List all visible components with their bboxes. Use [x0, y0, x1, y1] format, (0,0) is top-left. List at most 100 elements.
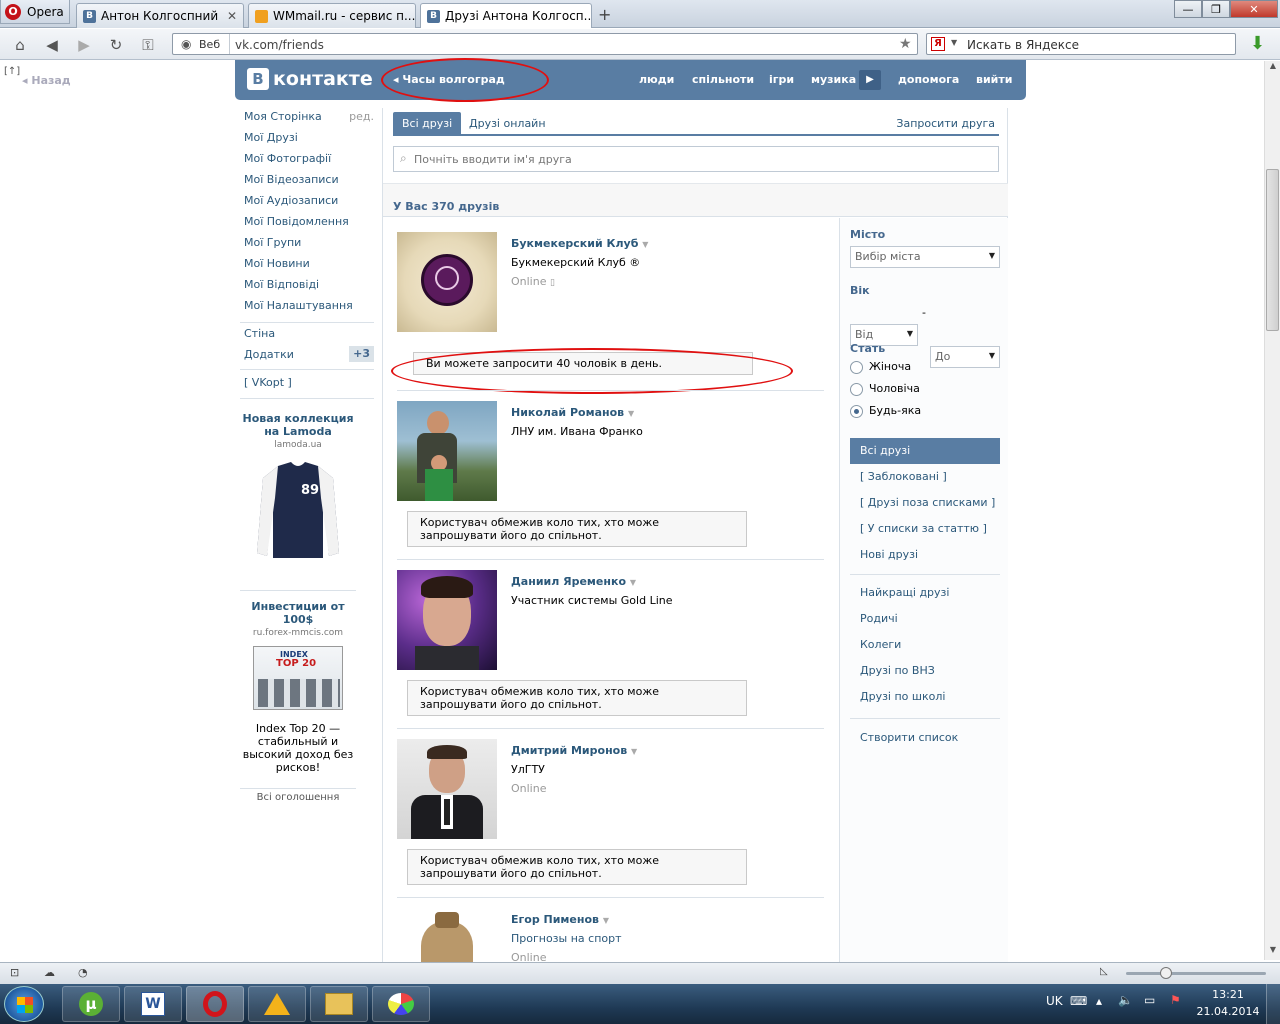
scroll-up-icon[interactable]: ▲	[1265, 61, 1280, 75]
minimize-icon[interactable]: —	[1174, 0, 1202, 18]
list-relatives[interactable]: Родичі	[850, 606, 1000, 632]
list-university[interactable]: Друзі по ВНЗ	[850, 658, 1000, 684]
language-indicator[interactable]: UK	[1046, 994, 1063, 1008]
list-new-friends[interactable]: Нові друзі	[850, 542, 1000, 568]
list-colleagues[interactable]: Колеги	[850, 632, 1000, 658]
key-icon[interactable]: ⚿	[138, 35, 158, 55]
friend-avatar[interactable]	[397, 232, 497, 332]
sex-any-radio[interactable]: Будь-яка	[850, 404, 921, 418]
list-all-friends[interactable]: Всі друзі	[850, 438, 1000, 464]
menu-wall[interactable]: Стіна	[244, 323, 374, 344]
yandex-search-box[interactable]: Я ▼ Искать в Яндексе	[926, 33, 1236, 55]
page-scrollbar[interactable]: ▲ ▼	[1264, 61, 1280, 960]
tab-all-friends[interactable]: Всі друзі	[393, 112, 462, 135]
clock-date[interactable]: 21.04.2014	[1196, 1005, 1260, 1018]
address-bar[interactable]: ◉ Веб vk.com/friends ★	[172, 33, 918, 55]
back-link[interactable]: ◂ Назад	[22, 74, 71, 87]
close-window-icon[interactable]: ✕	[1230, 0, 1278, 18]
list-by-sex[interactable]: [ У списки за статтю ]	[850, 516, 1000, 542]
edit-link[interactable]: ред.	[349, 106, 374, 127]
player-play-icon[interactable]: ▶	[859, 70, 881, 90]
list-outside-lists[interactable]: [ Друзі поза списками ]	[850, 490, 1000, 516]
new-tab-icon[interactable]: +	[598, 5, 611, 24]
url-text[interactable]: vk.com/friends	[235, 38, 324, 52]
tab-friends-online[interactable]: Друзі онлайн	[469, 117, 546, 130]
friend-name[interactable]: Дмитрий Миронов ▼	[511, 744, 637, 757]
reload-icon[interactable]: ↻	[106, 35, 126, 55]
friend-avatar[interactable]	[397, 908, 497, 963]
search-engine-dropdown-icon[interactable]: ▼	[951, 38, 957, 47]
opera-taskbar[interactable]	[186, 986, 244, 1022]
back-icon[interactable]: ◀	[42, 35, 62, 55]
tab-wmmail[interactable]: WMmail.ru - сервис п... ✕	[248, 3, 416, 28]
menu-my-friends[interactable]: Мої Друзі	[244, 127, 374, 148]
menu-my-audio[interactable]: Мої Аудіозаписи	[244, 190, 374, 211]
nav-logout[interactable]: вийти	[976, 73, 1012, 86]
ad-lamoda[interactable]: Новая коллекция на Lamoda lamoda.ua 89	[240, 412, 356, 571]
sex-female-radio[interactable]: Жіноча	[850, 360, 911, 374]
city-select[interactable]: Вибір міста	[850, 246, 1000, 268]
menu-my-answers[interactable]: Мої Відповіді	[244, 274, 374, 295]
nav-games[interactable]: ігри	[769, 73, 794, 86]
nav-communities[interactable]: спільноти	[692, 73, 754, 86]
cloud-icon[interactable]: ☁	[44, 966, 55, 979]
download-icon[interactable]: ⬇	[1250, 34, 1270, 54]
forward-icon[interactable]: ▶	[74, 35, 94, 55]
word-taskbar[interactable]: W	[124, 986, 182, 1022]
nav-people[interactable]: люди	[639, 73, 674, 86]
bookmark-star-icon[interactable]: ★	[899, 36, 912, 52]
scroll-thumb[interactable]	[1266, 169, 1279, 331]
zoom-slider[interactable]	[1126, 972, 1266, 975]
friend-name[interactable]: Николай Романов ▼	[511, 406, 634, 419]
menu-my-photos[interactable]: Мої Фотографії	[244, 148, 374, 169]
menu-apps[interactable]: Додатки +3	[244, 344, 374, 365]
tab-friends[interactable]: B Друзі Антона Колгосп... ✕	[420, 3, 592, 28]
menu-my-page[interactable]: Моя Сторінка ред.	[244, 106, 374, 127]
list-blocked[interactable]: [ Заблоковані ]	[850, 464, 1000, 490]
utorrent-taskbar[interactable]: µ	[62, 986, 120, 1022]
network-icon[interactable]: ▭	[1144, 993, 1155, 1007]
tab-anton[interactable]: B Антон Колгоспний ✕	[76, 3, 244, 28]
friend-name[interactable]: Даниил Яременко ▼	[511, 575, 636, 588]
paint-taskbar[interactable]	[372, 986, 430, 1022]
list-school[interactable]: Друзі по школі	[850, 684, 1000, 710]
tray-arrow-icon[interactable]: ▴	[1096, 994, 1102, 1008]
vkopt-link[interactable]: [ VKopt ]	[244, 376, 292, 389]
start-button[interactable]	[4, 986, 44, 1022]
friend-avatar[interactable]	[397, 739, 497, 839]
restore-icon[interactable]: ❐	[1202, 0, 1230, 18]
invite-friend-link[interactable]: Запросити друга	[896, 117, 995, 130]
list-best-friends[interactable]: Найкращі друзі	[850, 580, 1000, 606]
turbo-icon[interactable]: ◔	[78, 966, 88, 979]
explorer-taskbar[interactable]	[310, 986, 368, 1022]
show-desktop-button[interactable]	[1266, 984, 1280, 1024]
sex-male-radio[interactable]: Чоловіча	[850, 382, 920, 396]
age-to-select[interactable]: До	[930, 346, 1000, 368]
create-list-link[interactable]: Створити список	[860, 731, 958, 744]
menu-my-settings[interactable]: Мої Налаштування	[244, 295, 374, 316]
vk-logo[interactable]: В контакте	[247, 68, 373, 90]
zoom-slider-knob[interactable]	[1160, 967, 1172, 979]
friend-avatar[interactable]	[397, 570, 497, 670]
ad-forex[interactable]: Инвестиции от 100$ ru.forex-mmcis.com IN…	[240, 600, 356, 774]
friend-info[interactable]: Прогнозы на спорт	[511, 932, 622, 945]
nav-help[interactable]: допомога	[898, 73, 959, 86]
close-tab-icon[interactable]: ✕	[227, 9, 237, 23]
panel-toggle-icon[interactable]: ⊡	[10, 966, 19, 979]
menu-my-messages[interactable]: Мої Повідомлення	[244, 211, 374, 232]
home-icon[interactable]: ⌂	[10, 35, 30, 55]
menu-my-videos[interactable]: Мої Відеозаписи	[244, 169, 374, 190]
friend-name[interactable]: Букмекерский Клуб ▼	[511, 237, 648, 250]
friend-name[interactable]: Егор Пименов ▼	[511, 913, 609, 926]
scroll-down-icon[interactable]: ▼	[1265, 945, 1280, 959]
volume-icon[interactable]: 🔈	[1118, 993, 1133, 1007]
nav-music[interactable]: музика	[811, 73, 856, 86]
friend-search-input[interactable]: ⌕ Почніть вводити ім'я друга	[393, 146, 999, 172]
friend-avatar[interactable]	[397, 401, 497, 501]
sidepanel-toggle[interactable]: [↑]	[4, 66, 20, 77]
zoom-toggle-icon[interactable]: ◺	[1100, 966, 1108, 977]
keyboard-icon[interactable]: ⌨	[1070, 994, 1087, 1008]
all-ads-link[interactable]: Всі оголошення	[240, 792, 356, 803]
clock-time[interactable]: 13:21	[1200, 988, 1256, 1001]
action-center-icon[interactable]: ⚑	[1170, 993, 1181, 1007]
